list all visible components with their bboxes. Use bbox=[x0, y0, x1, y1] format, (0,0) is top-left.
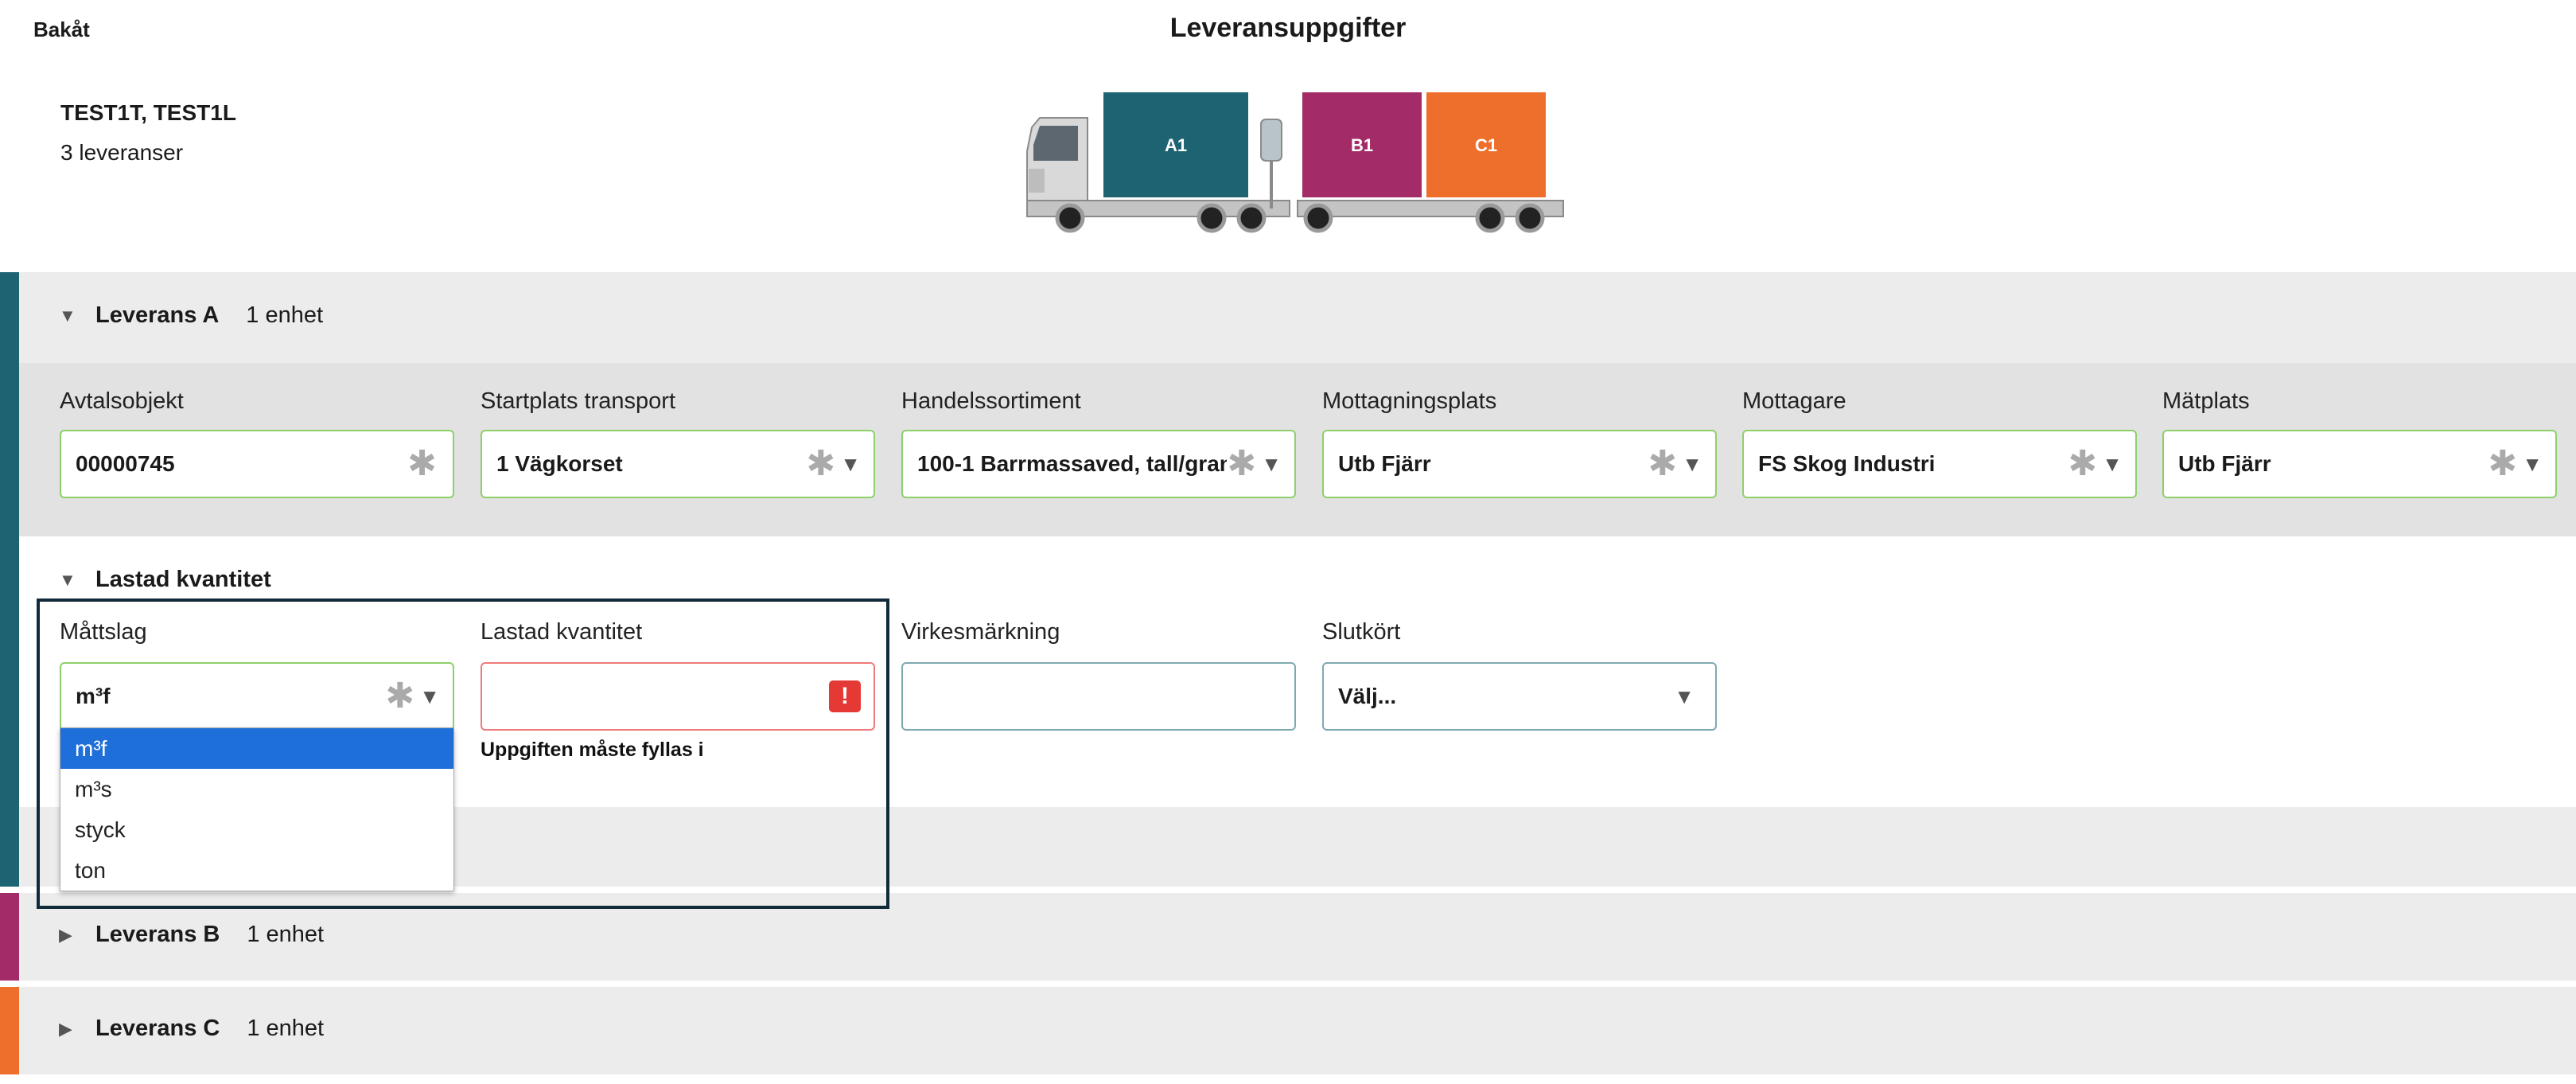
delivery-a-units: 1 enhet bbox=[246, 302, 324, 328]
required-icon: ✱ bbox=[806, 444, 836, 483]
mottagare-select[interactable]: FS Skog Industri ✱ ▼ bbox=[1742, 430, 2137, 498]
mottagare-label: Mottagare bbox=[1742, 388, 1846, 414]
dropdown-arrow-icon: ▼ bbox=[2522, 451, 2543, 476]
required-icon: ✱ bbox=[2488, 444, 2518, 483]
dropdown-option[interactable]: styck bbox=[60, 809, 453, 850]
dropdown-option[interactable]: ton bbox=[60, 850, 453, 891]
matplats-value: Utb Fjärr bbox=[2178, 451, 2271, 476]
delivery-b-stripe bbox=[0, 893, 19, 981]
delivery-c-units: 1 enhet bbox=[247, 1016, 325, 1041]
mattslag-dropdown-list: m³f m³s styck ton bbox=[60, 727, 454, 891]
slutkort-value: Välj... bbox=[1338, 684, 1397, 708]
trailer-coupling bbox=[1260, 119, 1282, 162]
delivery-b-header[interactable]: ▶ Leverans B 1 enhet bbox=[59, 922, 324, 948]
virkesmarkning-label: Virkesmärkning bbox=[901, 619, 1060, 645]
container-b1-label: B1 bbox=[1351, 135, 1373, 155]
expand-icon: ▶ bbox=[59, 924, 72, 945]
collapse-icon: ▼ bbox=[59, 569, 76, 590]
mottagare-value: FS Skog Industri bbox=[1758, 451, 1936, 476]
avtalsobjekt-value: 00000745 bbox=[76, 451, 175, 476]
truck-illustration: A1 B1 C1 bbox=[1026, 92, 1564, 233]
handelssortiment-value: 100-1 Barrmassaved, tall/gran bbox=[917, 451, 1228, 476]
quantity-section-header[interactable]: ▼ Lastad kvantitet bbox=[59, 567, 298, 593]
required-icon: ✱ bbox=[2068, 444, 2098, 483]
delivery-a-stripe bbox=[0, 272, 19, 887]
required-icon: ✱ bbox=[407, 444, 437, 483]
handelssortiment-label: Handelssortiment bbox=[901, 388, 1081, 414]
mottagningsplats-label: Mottagningsplats bbox=[1322, 388, 1497, 414]
collapse-icon: ▼ bbox=[59, 305, 76, 326]
trip-title: TEST1T, TEST1L bbox=[60, 100, 236, 125]
mottagningsplats-select[interactable]: Utb Fjärr ✱ ▼ bbox=[1322, 430, 1717, 498]
quantity-error-message: Uppgiften måste fyllas i bbox=[481, 739, 704, 761]
page-title: Leveransuppgifter bbox=[1169, 13, 1407, 43]
trip-subtitle: 3 leveranser bbox=[60, 140, 184, 165]
matplats-select[interactable]: Utb Fjärr ✱ ▼ bbox=[2162, 430, 2557, 498]
delivery-c-section: ▶ Leverans C 1 enhet bbox=[0, 987, 2576, 1074]
error-icon: ! bbox=[829, 680, 861, 712]
dropdown-arrow-icon: ▼ bbox=[840, 451, 861, 476]
mattslag-value: m³f bbox=[76, 684, 111, 708]
dropdown-option[interactable]: m³f bbox=[60, 728, 453, 769]
slutkort-label: Slutkört bbox=[1322, 619, 1401, 645]
delivery-b-section: ▶ Leverans B 1 enhet bbox=[0, 893, 2576, 981]
delivery-a-header[interactable]: ▼ Leverans A 1 enhet bbox=[59, 302, 323, 329]
startplats-value: 1 Vägkorset bbox=[496, 451, 623, 476]
handelssortiment-select[interactable]: 100-1 Barrmassaved, tall/gran ✱ ▼ bbox=[901, 430, 1296, 498]
dropdown-arrow-icon: ▼ bbox=[2102, 451, 2123, 476]
slutkort-select[interactable]: Välj... ▼ bbox=[1322, 662, 1717, 731]
startplats-label: Startplats transport bbox=[481, 388, 675, 414]
dropdown-option[interactable]: m³s bbox=[60, 769, 453, 809]
delivery-c-header[interactable]: ▶ Leverans C 1 enhet bbox=[59, 1016, 324, 1042]
required-icon: ✱ bbox=[1227, 444, 1257, 483]
required-icon: ✱ bbox=[1648, 444, 1678, 483]
avtalsobjekt-label: Avtalsobjekt bbox=[60, 388, 184, 414]
delivery-a-name: Leverans A bbox=[95, 302, 220, 328]
delivery-b-name: Leverans B bbox=[95, 922, 220, 947]
delivery-c-stripe bbox=[0, 987, 19, 1074]
quantity-section-title: Lastad kvantitet bbox=[95, 567, 271, 592]
dropdown-arrow-icon: ▼ bbox=[419, 684, 440, 708]
dropdown-arrow-icon: ▼ bbox=[1261, 451, 1282, 476]
expand-icon: ▶ bbox=[59, 1018, 72, 1039]
dropdown-arrow-icon: ▼ bbox=[1674, 684, 1695, 708]
avtalsobjekt-field[interactable]: 00000745 ✱ bbox=[60, 430, 454, 498]
truck-cab-icon bbox=[1026, 117, 1088, 209]
matplats-label: Mätplats bbox=[2162, 388, 2250, 414]
container-a1-label: A1 bbox=[1165, 135, 1187, 155]
dropdown-arrow-icon: ▼ bbox=[1682, 451, 1702, 476]
required-icon: ✱ bbox=[385, 677, 415, 716]
mattslag-label: Måttslag bbox=[60, 619, 147, 645]
delivery-c-name: Leverans C bbox=[95, 1016, 220, 1041]
mottagningsplats-value: Utb Fjärr bbox=[1338, 451, 1431, 476]
lastad-kvantitet-label: Lastad kvantitet bbox=[481, 619, 643, 645]
container-c1-label: C1 bbox=[1475, 135, 1497, 155]
delivery-b-units: 1 enhet bbox=[247, 922, 325, 947]
startplats-select[interactable]: 1 Vägkorset ✱ ▼ bbox=[481, 430, 875, 498]
virkesmarkning-input[interactable] bbox=[901, 662, 1296, 731]
lastad-kvantitet-input[interactable]: ! bbox=[481, 662, 875, 731]
mattslag-select[interactable]: m³f ✱ ▼ bbox=[60, 662, 454, 731]
